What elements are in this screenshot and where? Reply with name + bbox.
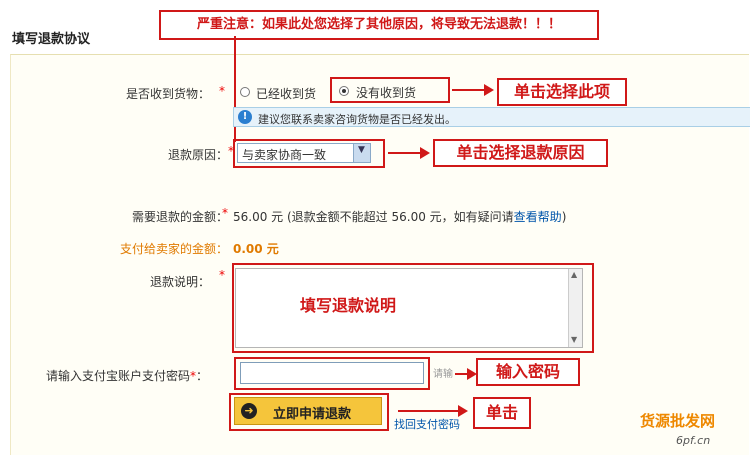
info-icon: !	[238, 110, 252, 124]
refund-amount-note-end: )	[561, 210, 567, 224]
refund-amount-row: 56.00 元 (退款金额不能超过 56.00 元，如有疑问请查看帮助)	[233, 208, 566, 225]
refund-reason-value: 与卖家协商一致	[242, 148, 327, 162]
annotation-select-reason: 单击选择退款原因	[433, 139, 608, 167]
arrow-head-icon	[420, 147, 430, 159]
refund-reason-select[interactable]: 与卖家协商一致 ▼	[237, 143, 371, 163]
arrow-line	[452, 89, 486, 91]
highlight-note	[232, 263, 594, 353]
refund-note-label: 退款说明：	[149, 275, 210, 289]
required-mark: *	[219, 84, 225, 98]
radio-received[interactable]	[240, 87, 250, 97]
password-label-row: 请输入支付宝账户支付密码*：	[46, 367, 208, 384]
annotation-fill-note: 填写退款说明	[300, 296, 397, 315]
password-label: 请输入支付宝账户支付密码	[46, 369, 191, 383]
password-input[interactable]	[240, 362, 424, 384]
arrow-head-icon	[458, 405, 468, 417]
help-link[interactable]: 查看帮助	[514, 210, 562, 224]
refund-amount-value: 56.00 元	[233, 210, 284, 224]
warning-annotation: 严重注意：如果此处您选择了其他原因，将导致无法退款！！！	[159, 10, 599, 40]
refund-amount-note: (退款金额不能超过 56.00 元，如有疑问请	[287, 210, 514, 224]
arrow-head-icon	[484, 84, 494, 96]
arrow-line	[388, 152, 422, 154]
annotation-click: 单击	[473, 397, 531, 429]
annotation-select-option: 单击选择此项	[497, 78, 627, 106]
radio-received-label[interactable]: 已经收到货	[256, 85, 316, 102]
dropdown-button[interactable]: ▼	[353, 144, 370, 162]
find-password-link[interactable]: 找回支付密码	[394, 416, 460, 432]
required-mark: *	[219, 268, 225, 282]
required-mark: *	[222, 206, 228, 220]
page-title: 填写退款协议	[12, 32, 91, 47]
arrow-line	[398, 410, 460, 412]
seller-amount-label: 支付给卖家的金额：	[119, 242, 228, 256]
radio-not-received[interactable]	[339, 86, 349, 96]
submit-refund-label: 立即申请退款	[273, 407, 352, 422]
password-side-text: 请输	[433, 369, 453, 380]
watermark-logo-text: 货源批发网	[640, 412, 716, 430]
password-label-colon: ：	[196, 369, 209, 383]
radio-not-received-label[interactable]: 没有收到货	[356, 84, 416, 101]
watermark-url: 6pf.cn	[676, 434, 711, 447]
seller-amount-value: 0.00 元	[233, 242, 279, 256]
refund-amount-label: 需要退款的金额：	[131, 210, 228, 224]
arrow-right-icon: ➜	[241, 403, 257, 419]
chevron-down-icon: ▼	[358, 145, 365, 155]
goods-received-label: 是否收到货物：	[125, 87, 210, 101]
hint-bar: ! 建议您联系卖家咨询货物是否已经发出。	[233, 107, 750, 127]
hint-text: 建议您联系卖家咨询货物是否已经发出。	[258, 113, 456, 126]
submit-refund-button[interactable]: ➜ 立即申请退款	[234, 397, 382, 425]
annotation-enter-password: 输入密码	[476, 358, 580, 386]
refund-reason-label: 退款原因：	[167, 148, 228, 162]
